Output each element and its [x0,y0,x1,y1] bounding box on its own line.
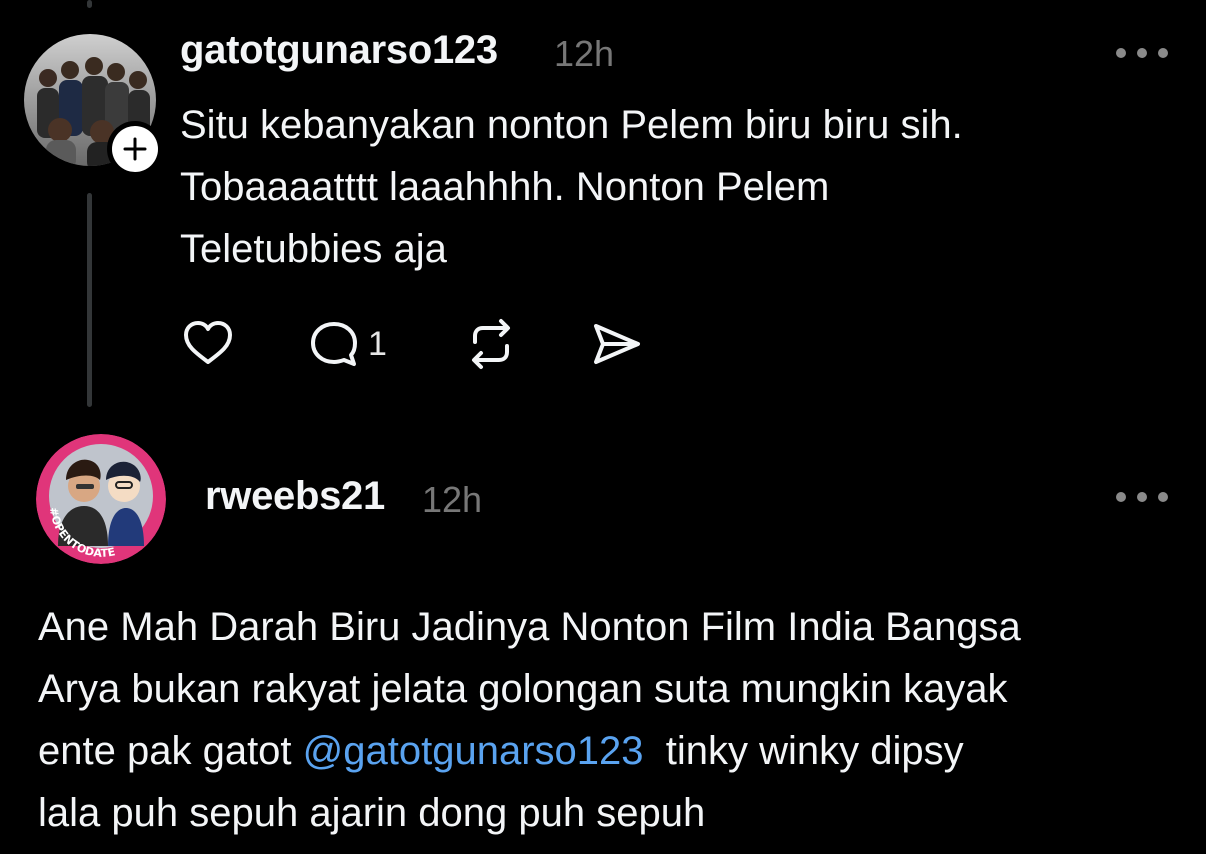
comment-icon [311,322,357,366]
post-username[interactable]: rweebs21 [205,474,385,519]
heart-icon [184,321,232,364]
more-dot-icon [1158,492,1168,502]
more-options-button[interactable] [1116,43,1168,63]
open-to-date-avatar: #OPENTODATE [36,434,166,564]
more-options-button[interactable] [1116,487,1168,507]
post-username[interactable]: gatotgunarso123 [180,28,498,73]
more-dot-icon [1137,492,1147,502]
post-time: 12h [422,479,483,520]
reply-count: 1 [368,324,387,363]
plus-icon [123,137,147,161]
send-icon [594,324,640,364]
share-button[interactable] [588,316,644,372]
thread-line [87,193,92,407]
more-dot-icon [1137,48,1147,58]
post-text: Situ kebanyakan nonton Pelem biru biru s… [180,103,963,271]
more-dot-icon [1116,48,1126,58]
repost-button[interactable] [463,316,519,372]
reply-button[interactable]: 1 [306,316,387,372]
follow-button[interactable] [107,121,163,177]
more-dot-icon [1158,48,1168,58]
more-dot-icon [1116,492,1126,502]
mention-link[interactable]: @gatotgunarso123 [303,729,644,773]
avatar[interactable]: #OPENTODATE [36,434,166,564]
thread-line-top [87,0,92,8]
like-button[interactable] [180,316,236,372]
post-time: 12h [554,33,615,74]
repost-icon [472,319,510,369]
post-text: Ane Mah Darah Biru Jadinya Nonton Film I… [38,596,1188,844]
